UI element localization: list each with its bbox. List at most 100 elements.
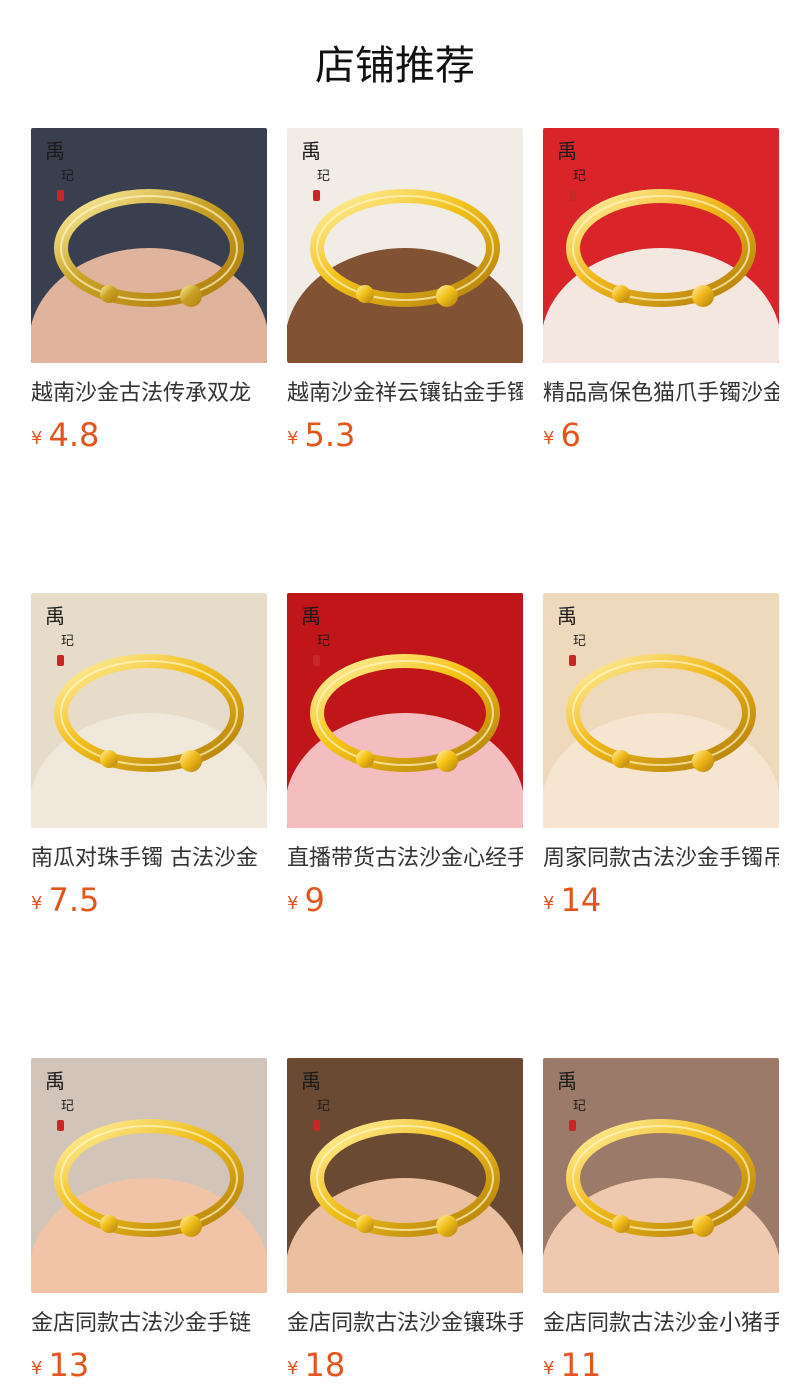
- product-price: ¥4.8: [31, 415, 267, 461]
- product-name[interactable]: 越南沙金古法传承双龙: [31, 377, 267, 411]
- currency-symbol: ¥: [543, 893, 555, 914]
- product-card[interactable]: 禹玘 越南沙金祥云镶钻金手镯 ¥5.3: [287, 128, 523, 461]
- product-name[interactable]: 周家同款古法沙金手镯吊坠: [543, 842, 779, 876]
- brand-watermark: 玘: [317, 1099, 330, 1114]
- product-price: ¥13: [31, 1345, 267, 1391]
- brand-watermark: 禹: [301, 139, 321, 163]
- brand-watermark: 玘: [317, 634, 330, 649]
- brand-watermark: 玘: [573, 634, 586, 649]
- product-name[interactable]: 越南沙金祥云镶钻金手镯: [287, 377, 523, 411]
- product-price: ¥11: [543, 1345, 779, 1391]
- product-card[interactable]: 禹玘 越南沙金古法传承双龙 ¥4.8: [31, 128, 267, 461]
- product-image[interactable]: 禹玘: [543, 128, 779, 363]
- price-amount: 5.3: [304, 416, 356, 454]
- product-grid: 禹玘 越南沙金古法传承双龙 ¥4.8 禹玘 越南沙金祥云镶钻金手镯 ¥5.3 禹…: [31, 128, 779, 1391]
- product-card[interactable]: 禹玘 周家同款古法沙金手镯吊坠 ¥14: [543, 593, 779, 926]
- product-price: ¥18: [287, 1345, 523, 1391]
- bracelet-charm: [692, 1215, 714, 1237]
- product-image[interactable]: 禹玘: [287, 1058, 523, 1293]
- price-amount: 4.8: [48, 416, 100, 454]
- seal-stamp: [569, 1120, 576, 1131]
- product-image[interactable]: 禹玘: [31, 128, 267, 363]
- bracelet-charm: [436, 750, 458, 772]
- product-card[interactable]: 禹玘 金店同款古法沙金镶珠手链 ¥18: [287, 1058, 523, 1391]
- product-name[interactable]: 金店同款古法沙金手链: [31, 1307, 267, 1341]
- brand-watermark: 玘: [61, 169, 74, 184]
- product-image[interactable]: 禹玘: [543, 593, 779, 828]
- price-amount: 18: [304, 1346, 346, 1384]
- price-amount: 14: [560, 881, 602, 919]
- product-image[interactable]: 禹玘: [31, 1058, 267, 1293]
- brand-watermark: 禹: [557, 139, 577, 163]
- currency-symbol: ¥: [287, 1358, 299, 1379]
- brand-watermark: 禹: [557, 1069, 577, 1093]
- bracelet-bead: [356, 750, 374, 768]
- brand-watermark: 玘: [573, 1099, 586, 1114]
- product-image[interactable]: 禹玘: [287, 128, 523, 363]
- seal-stamp: [313, 655, 320, 666]
- bracelet-bead: [612, 1215, 630, 1233]
- brand-watermark: 玘: [61, 1099, 74, 1114]
- brand-watermark: 禹: [45, 604, 65, 628]
- bracelet-bead: [612, 750, 630, 768]
- product-image[interactable]: 禹玘: [543, 1058, 779, 1293]
- price-amount: 13: [48, 1346, 90, 1384]
- seal-stamp: [569, 190, 576, 201]
- bracelet-charm: [692, 285, 714, 307]
- section-title: 店铺推荐: [315, 43, 475, 89]
- brand-watermark: 禹: [45, 1069, 65, 1093]
- seal-stamp: [57, 190, 64, 201]
- bracelet-bead: [356, 285, 374, 303]
- shop-recommend-page: 店铺推荐 禹玘 越南沙金古法传承双龙 ¥4.8 禹玘 越南沙金祥云镶钻金手镯 ¥…: [0, 0, 790, 1384]
- product-card[interactable]: 禹玘 南瓜对珠手镯 古法沙金 ¥7.5: [31, 593, 267, 926]
- product-card[interactable]: 禹玘 金店同款古法沙金手链 ¥13: [31, 1058, 267, 1391]
- seal-stamp: [313, 1120, 320, 1131]
- currency-symbol: ¥: [287, 893, 299, 914]
- currency-symbol: ¥: [287, 428, 299, 449]
- seal-stamp: [57, 1120, 64, 1131]
- currency-symbol: ¥: [31, 893, 43, 914]
- product-image[interactable]: 禹玘: [287, 593, 523, 828]
- product-name[interactable]: 金店同款古法沙金镶珠手链: [287, 1307, 523, 1341]
- product-name[interactable]: 直播带货古法沙金心经手镯: [287, 842, 523, 876]
- price-amount: 11: [560, 1346, 602, 1384]
- seal-stamp: [569, 655, 576, 666]
- currency-symbol: ¥: [543, 1358, 555, 1379]
- bracelet-charm: [436, 285, 458, 307]
- bracelet-bead: [100, 1215, 118, 1233]
- product-price: ¥14: [543, 880, 779, 926]
- currency-symbol: ¥: [31, 1358, 43, 1379]
- product-price: ¥7.5: [31, 880, 267, 926]
- seal-stamp: [313, 190, 320, 201]
- brand-watermark: 玘: [573, 169, 586, 184]
- bracelet-bead: [100, 285, 118, 303]
- product-name[interactable]: 精品高保色猫爪手镯沙金: [543, 377, 779, 411]
- bracelet-bead: [100, 750, 118, 768]
- currency-symbol: ¥: [543, 428, 555, 449]
- product-price: ¥5.3: [287, 415, 523, 461]
- product-card[interactable]: 禹玘 金店同款古法沙金小猪手链 ¥11: [543, 1058, 779, 1391]
- brand-watermark: 禹: [301, 604, 321, 628]
- bracelet-bead: [612, 285, 630, 303]
- brand-watermark: 禹: [301, 1069, 321, 1093]
- brand-watermark: 玘: [61, 634, 74, 649]
- bracelet-charm: [692, 750, 714, 772]
- brand-watermark: 禹: [45, 139, 65, 163]
- bracelet-bead: [356, 1215, 374, 1233]
- product-price: ¥6: [543, 415, 779, 461]
- product-price: ¥9: [287, 880, 523, 926]
- bracelet-charm: [180, 285, 202, 307]
- brand-watermark: 禹: [557, 604, 577, 628]
- product-card[interactable]: 禹玘 精品高保色猫爪手镯沙金 ¥6: [543, 128, 779, 461]
- product-name[interactable]: 南瓜对珠手镯 古法沙金: [31, 842, 267, 876]
- seal-stamp: [57, 655, 64, 666]
- product-card[interactable]: 禹玘 直播带货古法沙金心经手镯 ¥9: [287, 593, 523, 926]
- product-image[interactable]: 禹玘: [31, 593, 267, 828]
- product-name[interactable]: 金店同款古法沙金小猪手链: [543, 1307, 779, 1341]
- bracelet-charm: [180, 750, 202, 772]
- bracelet-charm: [436, 1215, 458, 1237]
- price-amount: 9: [304, 881, 325, 919]
- currency-symbol: ¥: [31, 428, 43, 449]
- brand-watermark: 玘: [317, 169, 330, 184]
- price-amount: 7.5: [48, 881, 100, 919]
